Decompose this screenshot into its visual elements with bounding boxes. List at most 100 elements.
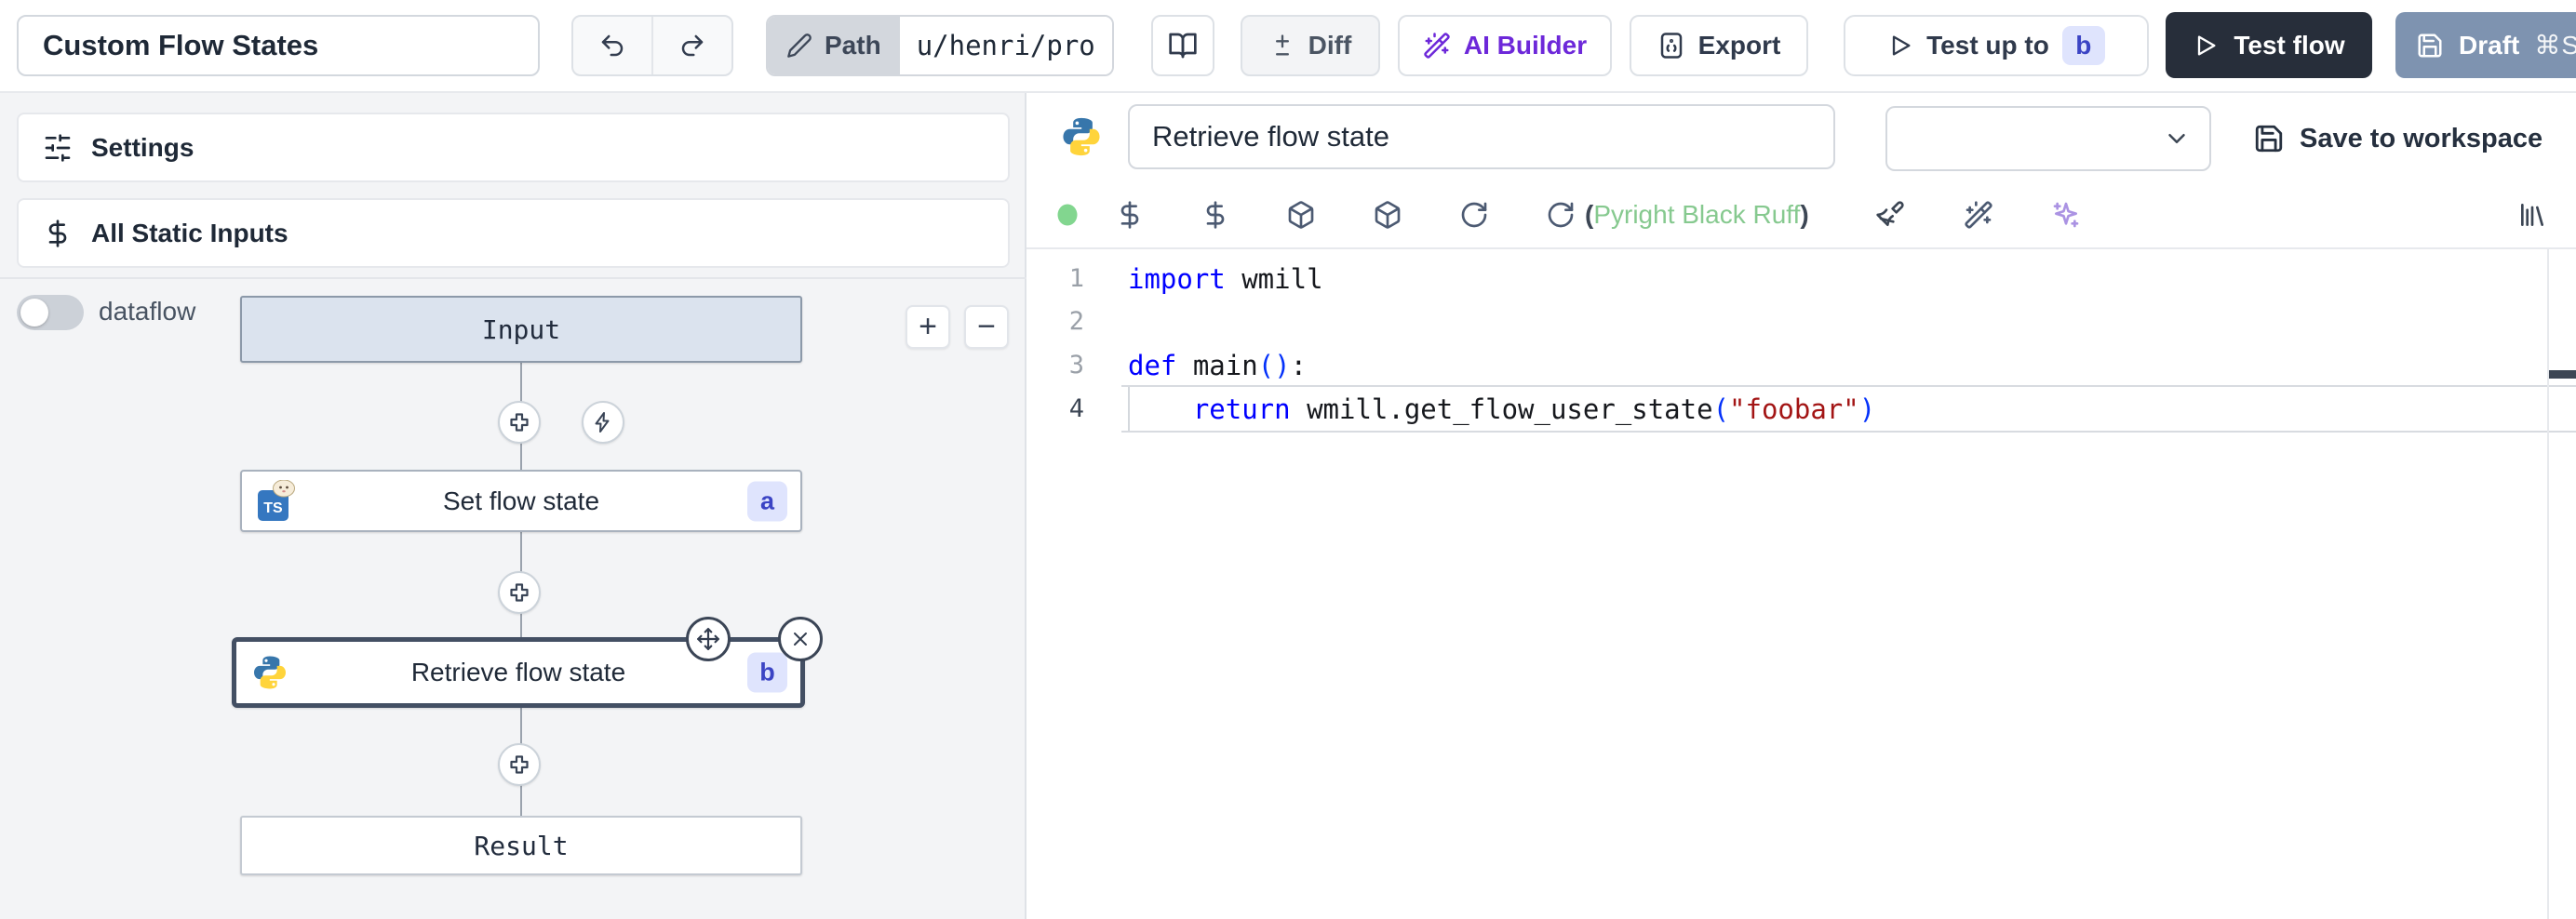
insert-trigger-button[interactable]	[582, 401, 624, 444]
code-line-active: 4 return wmill.get_flow_user_state("foob…	[1026, 387, 2576, 431]
path-value: u/henri/pro	[900, 17, 1112, 74]
undo-button[interactable]	[573, 17, 651, 74]
bolt-icon	[592, 411, 614, 433]
step-b-badge: b	[747, 653, 787, 693]
export-button[interactable]: Export	[1630, 15, 1808, 76]
library-panel-button[interactable]	[2517, 200, 2547, 230]
resources-button[interactable]	[1201, 200, 1230, 230]
top-toolbar: Path u/henri/pro Diff AI Builder	[0, 0, 2576, 93]
editor-toolbar: (Pyright Black Ruff)	[1026, 182, 2576, 249]
path-label-segment: Path	[768, 17, 900, 74]
assistants-paren-close: )	[1800, 200, 1808, 229]
graph-node-result[interactable]: Result	[240, 816, 802, 875]
overview-ruler[interactable]	[2547, 249, 2549, 919]
plus-glyph: +	[919, 309, 937, 345]
close-icon	[789, 628, 812, 650]
package-button-2[interactable]	[1373, 200, 1402, 230]
reload-button-1[interactable]	[1459, 200, 1489, 230]
pencil-icon	[786, 33, 812, 59]
diff-label: Diff	[1308, 31, 1352, 60]
assistants-names: Pyright Black Ruff	[1593, 200, 1800, 229]
overview-ruler-cursor-marker	[2549, 370, 2576, 379]
dollar-icon	[1115, 200, 1145, 230]
line-number: 2	[1026, 307, 1084, 336]
typescript-bun-icon: TS	[257, 480, 296, 523]
ai-fix-button[interactable]	[2051, 200, 2081, 230]
step-name-input[interactable]	[1128, 104, 1835, 169]
code-assistants-status[interactable]: (Pyright Black Ruff)	[1585, 200, 1809, 230]
retrieve-flow-state-label: Retrieve flow state	[411, 658, 625, 687]
step-template-select[interactable]	[1885, 106, 2211, 171]
docs-button[interactable]	[1151, 15, 1214, 76]
flow-title-input[interactable]	[17, 15, 540, 76]
cross-plus-icon	[508, 411, 530, 433]
graph-node-set-flow-state[interactable]: TS Set flow state a	[240, 470, 802, 532]
draft-shortcut: ⌘S	[2534, 30, 2576, 60]
package-button-1[interactable]	[1286, 200, 1316, 230]
code-editor[interactable]: 1 import wmill 2 3 def main(): 4 return …	[1026, 249, 2576, 919]
line-number: 4	[1026, 394, 1084, 423]
chevron-down-icon	[2163, 125, 2191, 153]
save-to-workspace-label: Save to workspace	[2300, 124, 2542, 154]
all-static-inputs-label: All Static Inputs	[91, 219, 288, 248]
flow-editor-app: Path u/henri/pro Diff AI Builder	[0, 0, 2576, 919]
all-static-inputs-button[interactable]: All Static Inputs	[17, 198, 1010, 268]
code-line: 3 def main():	[1026, 343, 2576, 387]
dollar-icon	[1201, 200, 1230, 230]
reload-button-2[interactable]	[1546, 200, 1576, 230]
redo-icon	[678, 32, 706, 60]
arrows-move-icon	[696, 627, 720, 651]
settings-button[interactable]: Settings	[17, 113, 1010, 182]
dataflow-toggle[interactable]	[17, 295, 84, 330]
sidebar-divider	[0, 277, 1026, 279]
path-button[interactable]: Path u/henri/pro	[766, 15, 1114, 76]
test-flow-button[interactable]: Test flow	[2166, 12, 2372, 78]
test-up-to-step-badge: b	[2062, 26, 2105, 65]
export-label: Export	[1698, 31, 1781, 60]
rotate-cw-icon	[1546, 200, 1576, 230]
test-up-to-label: Test up to	[1926, 31, 2049, 60]
insert-step-button-3[interactable]	[498, 743, 541, 786]
line-number: 1	[1026, 264, 1084, 293]
file-export-icon	[1657, 32, 1685, 60]
diff-button[interactable]: Diff	[1241, 15, 1380, 76]
graph-zoom-out-button[interactable]: −	[964, 305, 1009, 349]
wand-sparkles-icon	[1964, 200, 1993, 230]
test-flow-label: Test flow	[2234, 31, 2344, 60]
code-status-dot	[1058, 205, 1078, 226]
ai-builder-label: AI Builder	[1464, 31, 1587, 60]
ai-builder-button[interactable]: AI Builder	[1398, 15, 1612, 76]
step-editor-panel: Save to workspace	[1026, 93, 2576, 919]
line-number: 3	[1026, 351, 1084, 380]
book-open-icon	[1168, 31, 1198, 60]
package-icon	[1373, 200, 1402, 230]
ai-edit-button[interactable]	[1964, 200, 1993, 230]
library-icon	[2517, 200, 2547, 230]
insert-step-button-1[interactable]	[498, 401, 541, 444]
save-draft-button[interactable]: Draft ⌘S	[2395, 12, 2576, 78]
step-a-badge: a	[747, 481, 787, 521]
save-icon	[2416, 32, 2444, 60]
graph-node-input[interactable]: Input	[240, 296, 802, 363]
test-up-to-button[interactable]: Test up to b	[1844, 15, 2149, 76]
paintbrush-icon	[1875, 200, 1905, 230]
path-label: Path	[825, 31, 881, 60]
move-step-button[interactable]	[686, 617, 731, 661]
graph-zoom-in-button[interactable]: +	[906, 305, 950, 349]
undo-icon	[598, 32, 626, 60]
redo-button[interactable]	[651, 17, 731, 74]
insert-step-button-2[interactable]	[498, 571, 541, 614]
sliders-icon	[43, 133, 73, 163]
undo-redo-group	[571, 15, 733, 76]
result-node-label: Result	[474, 831, 568, 861]
play-icon	[1887, 33, 1913, 59]
assistants-paren-open: (	[1585, 200, 1593, 229]
variables-button[interactable]	[1115, 200, 1145, 230]
format-code-button[interactable]	[1875, 200, 1905, 230]
code-line: 1 import wmill	[1026, 257, 2576, 300]
python-icon	[251, 654, 288, 691]
save-to-workspace-button[interactable]: Save to workspace	[2253, 106, 2542, 171]
sparkles-icon	[2051, 200, 2081, 230]
delete-step-button[interactable]	[778, 617, 823, 661]
input-node-label: Input	[482, 314, 560, 345]
